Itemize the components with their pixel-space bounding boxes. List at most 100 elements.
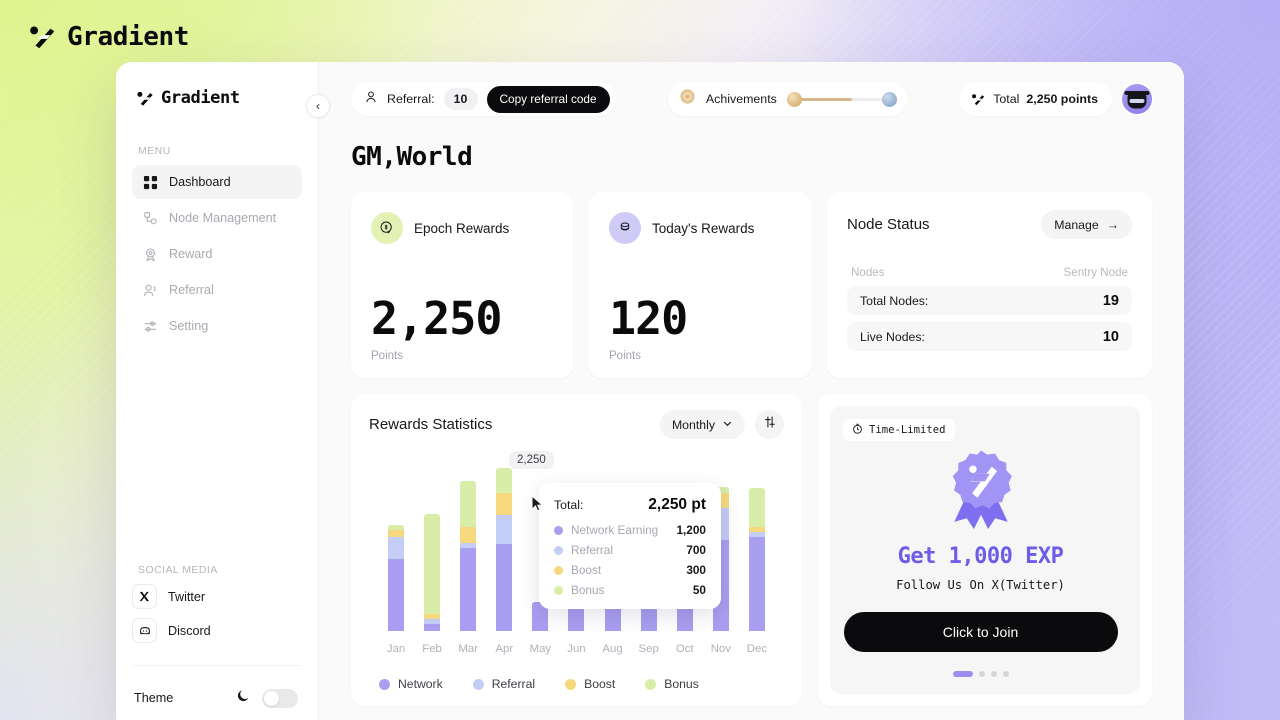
chart-x-label: Oct xyxy=(675,643,694,655)
social-link-twitter[interactable]: Twitter xyxy=(132,584,302,609)
row-value: 19 xyxy=(1102,292,1119,309)
todays-rewards-unit: Points xyxy=(609,350,641,362)
theme-label: Theme xyxy=(134,691,174,705)
chart-segment-bonus xyxy=(460,480,477,528)
promo-subtitle: Follow Us On X(Twitter) xyxy=(896,578,1065,592)
chart-filter-button[interactable] xyxy=(755,410,784,439)
chart-x-label: Apr xyxy=(495,643,514,655)
copy-referral-code-button[interactable]: Copy referral code xyxy=(486,85,610,113)
stack-icon xyxy=(609,212,641,244)
sidebar-brand-name: Gradient xyxy=(161,88,240,108)
slider-end-knob[interactable] xyxy=(881,91,897,107)
brand-name: Gradient xyxy=(67,22,190,52)
gradient-logo-icon xyxy=(136,89,155,108)
chart-segment-boost xyxy=(496,493,513,515)
promo-card: Time-Limited Get 1,000 EXP Follow Us On … xyxy=(818,394,1152,706)
legend-dot xyxy=(472,678,484,690)
chart-bar xyxy=(460,480,477,631)
click-to-join-button[interactable]: Click to Join xyxy=(843,612,1118,652)
legend-dot xyxy=(379,678,390,690)
chart-bar-column[interactable] xyxy=(451,480,485,631)
achievements-label: Achivements xyxy=(705,92,777,106)
topbar: Referral: 10 Copy referral code Achiveme… xyxy=(351,82,1152,116)
achievements-progress-slider[interactable] xyxy=(786,90,897,108)
sidebar-item-referral[interactable]: Referral xyxy=(132,273,302,307)
legend-item[interactable]: Referral xyxy=(472,677,535,691)
chart-x-label: Dec xyxy=(746,643,768,655)
referral-label: Referral: xyxy=(387,92,435,106)
referral-count: 10 xyxy=(443,88,478,110)
carousel-dot-active[interactable] xyxy=(952,671,973,677)
chart-segment-bonus xyxy=(748,488,765,527)
tooltip-row-value: 1,200 xyxy=(676,523,706,537)
tooltip-row-label: Boost xyxy=(571,563,602,577)
chart-segment-network xyxy=(496,544,513,631)
coins-icon xyxy=(371,212,403,244)
sliders-icon xyxy=(142,318,158,334)
social-label: Twitter xyxy=(168,589,206,604)
sliders-icon xyxy=(763,415,777,434)
total-label: Total xyxy=(993,92,1020,106)
moon-icon[interactable] xyxy=(236,688,251,708)
menu-section-label: MENU xyxy=(138,145,171,157)
chart-segment-referral xyxy=(388,536,404,559)
chart-bar-column[interactable] xyxy=(487,467,521,631)
sidebar-collapse-button[interactable]: ‹ xyxy=(306,94,330,118)
time-limited-badge: Time-Limited xyxy=(843,419,955,441)
legend-item[interactable]: Boost xyxy=(565,677,615,691)
chart-bar-column[interactable] xyxy=(415,514,449,631)
chart-x-label: Sep xyxy=(638,643,659,655)
main-content: Referral: 10 Copy referral code Achiveme… xyxy=(319,62,1184,720)
medal-icon xyxy=(940,445,1022,536)
chart-segment-network xyxy=(424,623,441,631)
chart-x-label: Jun xyxy=(567,643,586,655)
row-label: Live Nodes: xyxy=(860,329,925,344)
tooltip-total-label: Total: xyxy=(554,498,584,512)
sidebar-item-reward[interactable]: Reward xyxy=(132,237,302,271)
slider-fill xyxy=(794,97,853,101)
legend-item[interactable]: Network xyxy=(379,677,443,691)
rewards-statistics-card: Rewards Statistics Monthly Jan Feb Mar A… xyxy=(351,394,802,706)
page-title: GM,World xyxy=(351,142,473,172)
chart-bar xyxy=(424,514,441,631)
legend-dot xyxy=(645,678,657,690)
legend-dot xyxy=(554,545,563,555)
tooltip-row-value: 700 xyxy=(686,543,706,557)
sidebar-item-label: Setting xyxy=(169,319,209,333)
app-window: Gradient ‹ MENU Dashboard Node Managemen… xyxy=(116,62,1184,720)
sidebar-item-setting[interactable]: Setting xyxy=(132,309,302,343)
chart-segment-bonus xyxy=(496,467,513,494)
manage-nodes-button[interactable]: Manage → xyxy=(1041,210,1132,239)
sidebar-item-label: Dashboard xyxy=(169,175,231,189)
sidebar-brand: Gradient xyxy=(132,88,302,108)
slider-start-knob[interactable] xyxy=(786,91,802,107)
legend-item[interactable]: Bonus xyxy=(645,677,699,691)
social-link-discord[interactable]: Discord xyxy=(132,618,302,643)
range-dropdown[interactable]: Monthly xyxy=(659,410,745,439)
sidebar-item-dashboard[interactable]: Dashboard xyxy=(132,165,302,199)
todays-rewards-card: Today's Rewards 120 Points xyxy=(589,192,811,378)
chart-bar-column[interactable] xyxy=(740,488,774,631)
avatar[interactable] xyxy=(1121,84,1152,114)
chart-bar-column[interactable] xyxy=(379,525,413,631)
chart-value-tag: 2,250 xyxy=(509,451,554,469)
sidebar-item-node-management[interactable]: Node Management xyxy=(132,201,302,235)
tooltip-row: Network Earning 1,200 xyxy=(554,523,706,537)
carousel-dot[interactable] xyxy=(990,671,997,677)
x-twitter-icon xyxy=(132,584,157,609)
sidebar-item-label: Reward xyxy=(169,247,213,261)
gradient-logo-icon xyxy=(971,92,986,107)
tooltip-row-label: Bonus xyxy=(571,583,605,597)
card-title: Today's Rewards xyxy=(652,220,755,236)
chart-x-label: Nov xyxy=(710,643,731,655)
node-status-title: Node Status xyxy=(847,216,930,233)
tooltip-row: Referral 700 xyxy=(554,543,706,557)
chart-x-labels: Jan Feb Mar Apr May Jun Aug Sep Oct Nov Dec xyxy=(379,643,774,655)
user-icon xyxy=(364,90,378,109)
chart-segment-bonus xyxy=(424,514,441,615)
carousel-dot[interactable] xyxy=(978,671,985,677)
carousel-dot[interactable] xyxy=(1002,671,1009,677)
tooltip-row-label: Referral xyxy=(571,543,613,557)
achievement-medal-icon xyxy=(679,88,696,110)
theme-toggle[interactable] xyxy=(262,688,298,708)
